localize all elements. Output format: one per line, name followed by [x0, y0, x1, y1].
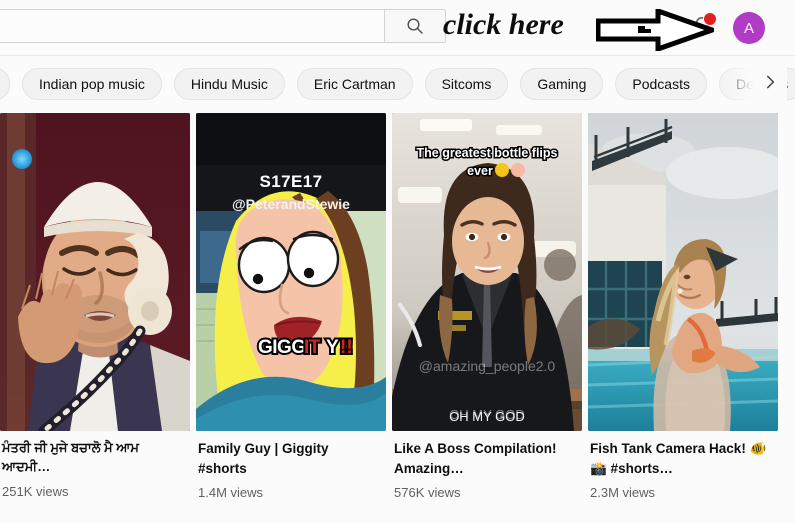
notifications-button[interactable] [688, 12, 717, 42]
search-button[interactable] [384, 9, 446, 43]
video-meta: Fish Tank Camera Hack! 🐠📸 #shorts… 2.3M … [588, 431, 778, 501]
svg-text:GIGG: GIGG [258, 337, 306, 358]
video-views: 1.4M views [198, 485, 264, 501]
video-views: 251K views [2, 483, 69, 499]
category-chip-bar: Indian pop music Hindu Music Eric Cartma… [0, 57, 795, 112]
video-meta: Like A Boss Compilation! Amazing… 576K v… [392, 431, 582, 501]
svg-text:@PeterandStewie: @PeterandStewie [232, 196, 350, 212]
video-card: The greatest bottle flips ever @amazing_… [392, 113, 582, 501]
chip-indian-pop-music[interactable]: Indian pop music [22, 68, 162, 100]
svg-text:OH MY GOD: OH MY GOD [449, 409, 525, 424]
avatar[interactable]: A [733, 12, 765, 44]
shorts-video-grid: ਮੰਤਰੀ ਜੀ ਮੁਜੇ ਬਚਾਲੋ ਮੈ ਆਮ ਆਦਮੀ… 251K vie… [0, 113, 795, 501]
video-title[interactable]: Family Guy | Giggity #shorts [198, 439, 378, 478]
video-title[interactable]: Fish Tank Camera Hack! 🐠📸 #shorts… [590, 439, 770, 478]
notification-badge [703, 12, 717, 26]
svg-text:The greatest bottle flips: The greatest bottle flips [417, 146, 558, 160]
video-views: 2.3M views [590, 485, 656, 501]
svg-text:IT: IT [304, 337, 321, 358]
svg-text:Y: Y [326, 337, 339, 358]
chip-hindu-music[interactable]: Hindu Music [173, 68, 285, 100]
thumbnail-like-a-boss[interactable]: The greatest bottle flips ever @amazing_… [392, 113, 582, 431]
svg-text:!!: !! [340, 337, 353, 358]
page-header: click here A [0, 0, 795, 56]
chip-partial-left[interactable] [0, 68, 10, 100]
chip-sitcoms[interactable]: Sitcoms [424, 68, 509, 100]
video-card: S17E17 @PeterandStewie GIGG IT Y !! Fami… [196, 113, 386, 501]
video-meta: ਮੰਤਰੀ ਜੀ ਮੁਜੇ ਬਚਾਲੋ ਮੈ ਆਮ ਆਦਮੀ… 251K vie… [0, 431, 190, 499]
svg-text:ever: ever [467, 164, 493, 178]
search-icon [405, 16, 425, 36]
click-here-annotation-text: click here [443, 8, 564, 41]
thumbnail-fish-tank[interactable] [588, 113, 778, 431]
chip-track: Indian pop music Hindu Music Eric Cartma… [0, 68, 795, 100]
video-card: Fish Tank Camera Hack! 🐠📸 #shorts… 2.3M … [588, 113, 778, 501]
thumbnail-family-guy[interactable]: S17E17 @PeterandStewie GIGG IT Y !! [196, 113, 386, 431]
svg-text:@amazing_people2.0: @amazing_people2.0 [419, 358, 556, 374]
search-bar [0, 9, 446, 43]
chip-eric-cartman[interactable]: Eric Cartman [296, 68, 413, 100]
video-views: 576K views [394, 485, 461, 501]
chips-next-button[interactable] [753, 57, 787, 112]
video-card: ਮੰਤਰੀ ਜੀ ਮੁਜੇ ਬਚਾਲੋ ਮੈ ਆਮ ਆਦਮੀ… 251K vie… [0, 113, 190, 501]
video-meta: Family Guy | Giggity #shorts 1.4M views [196, 431, 386, 501]
chevron-right-icon [761, 73, 779, 96]
video-title[interactable]: ਮੰਤਰੀ ਜੀ ਮੁਜੇ ਬਚਾਲੋ ਮੈ ਆਮ ਆਦਮੀ… [2, 439, 182, 477]
avatar-initial: A [743, 19, 754, 37]
chip-podcasts[interactable]: Podcasts [615, 68, 707, 100]
svg-text:S17E17: S17E17 [260, 172, 323, 191]
thumbnail-mantri-ji[interactable] [0, 113, 190, 431]
chip-gaming[interactable]: Gaming [520, 68, 604, 100]
video-title[interactable]: Like A Boss Compilation! Amazing… [394, 439, 574, 478]
search-input[interactable] [0, 9, 384, 43]
